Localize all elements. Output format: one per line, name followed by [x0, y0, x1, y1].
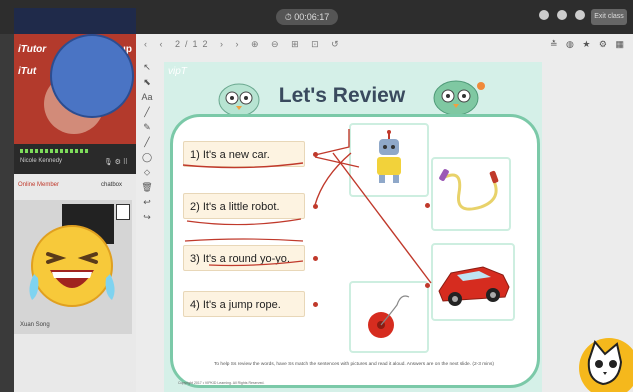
- matching-board: 1) It's a new car. 2) It's a little robo…: [170, 114, 540, 388]
- brand-text: iTut: [18, 66, 37, 77]
- class-timer: ⏱ 00:06:17: [276, 9, 338, 25]
- teacher-name: Nicole Kennedy: [20, 158, 63, 164]
- line2-tool-icon[interactable]: ╱: [140, 137, 154, 152]
- pen-tool-icon[interactable]: ✎: [140, 122, 154, 137]
- redaction-box: [14, 8, 136, 34]
- select-tool-icon[interactable]: ⬉: [140, 77, 154, 92]
- circle-tool-icon[interactable]: ◯: [140, 152, 154, 167]
- mic-icon[interactable]: 🎙 ⚙ ⠿: [104, 158, 128, 166]
- members-header: Online Member chatbox: [14, 178, 136, 194]
- chatbox-tab[interactable]: chatbox: [101, 182, 122, 188]
- text-tool-icon[interactable]: Aa: [140, 92, 154, 107]
- info-icon[interactable]: [557, 10, 567, 20]
- left-panel: iTutor iTut oup oup Nicole Kennedy 🎙 ⚙ ⠿…: [14, 34, 136, 392]
- owl-mascot-right-icon: [433, 80, 485, 116]
- timer-icon[interactable]: [539, 10, 549, 20]
- undo-icon[interactable]: ↩: [140, 197, 154, 212]
- top-icon-group: [539, 10, 585, 20]
- brand-text: iTutor: [18, 44, 47, 55]
- privacy-mask: [50, 34, 134, 118]
- pointer-tool-icon[interactable]: ↖: [140, 62, 154, 77]
- copyright-text: Copyright 2017 • VIPKID Learning. All Ri…: [178, 381, 265, 385]
- slide-title: Let's Review: [278, 84, 406, 107]
- board-actions[interactable]: ≛ ◍ ★ ⚙ ▦: [550, 39, 627, 50]
- teacher-video: iTutor iTut oup oup: [14, 34, 136, 144]
- laughing-emoji-icon: [29, 225, 115, 307]
- student-name: Xuan Song: [20, 322, 50, 328]
- exit-button[interactable]: Exit class: [591, 9, 627, 25]
- members-tab[interactable]: Online Member: [18, 182, 59, 188]
- slide-toolbar: ‹ ‹ 2/12 › › ⊕ ⊖ ⊞ ⊡ ↺ ≛ ◍ ★ ⚙ ▦: [136, 34, 633, 56]
- drawn-match-lines: [182, 129, 432, 284]
- teacher-name-bar: Nicole Kennedy 🎙 ⚙ ⠿: [14, 144, 136, 174]
- teacher-note: To help Ss review the words, have Ss mat…: [214, 362, 494, 367]
- trash-tool-icon[interactable]: 🗑: [140, 182, 154, 197]
- settings-icon[interactable]: [575, 10, 585, 20]
- lesson-slide[interactable]: vipT Let's Review 1) It's a new car. 2) …: [164, 62, 542, 392]
- classroom-board: ‹ ‹ 2/12 › › ⊕ ⊖ ⊞ ⊡ ↺ ≛ ◍ ★ ⚙ ▦ ↖ ⬉ Aa …: [136, 34, 633, 392]
- eraser-tool-icon[interactable]: ⬦: [140, 167, 154, 182]
- redo-icon[interactable]: ↪: [140, 212, 154, 227]
- slide-logo: vipT: [168, 66, 187, 77]
- page-navigation[interactable]: ‹ ‹ 2/12 › › ⊕ ⊖ ⊞ ⊡ ↺: [144, 39, 344, 50]
- owl-mascot-left-icon: [218, 83, 260, 117]
- top-bar: ⏱ 00:06:17 Exit class: [0, 0, 633, 34]
- audio-level-meter: [20, 149, 90, 153]
- line-tool-icon[interactable]: ╱: [140, 107, 154, 122]
- cat-sticker-icon: [579, 338, 633, 392]
- drawing-tools: ↖ ⬉ Aa ╱ ✎ ╱ ◯ ⬦ 🗑 ↩ ↪: [140, 62, 154, 227]
